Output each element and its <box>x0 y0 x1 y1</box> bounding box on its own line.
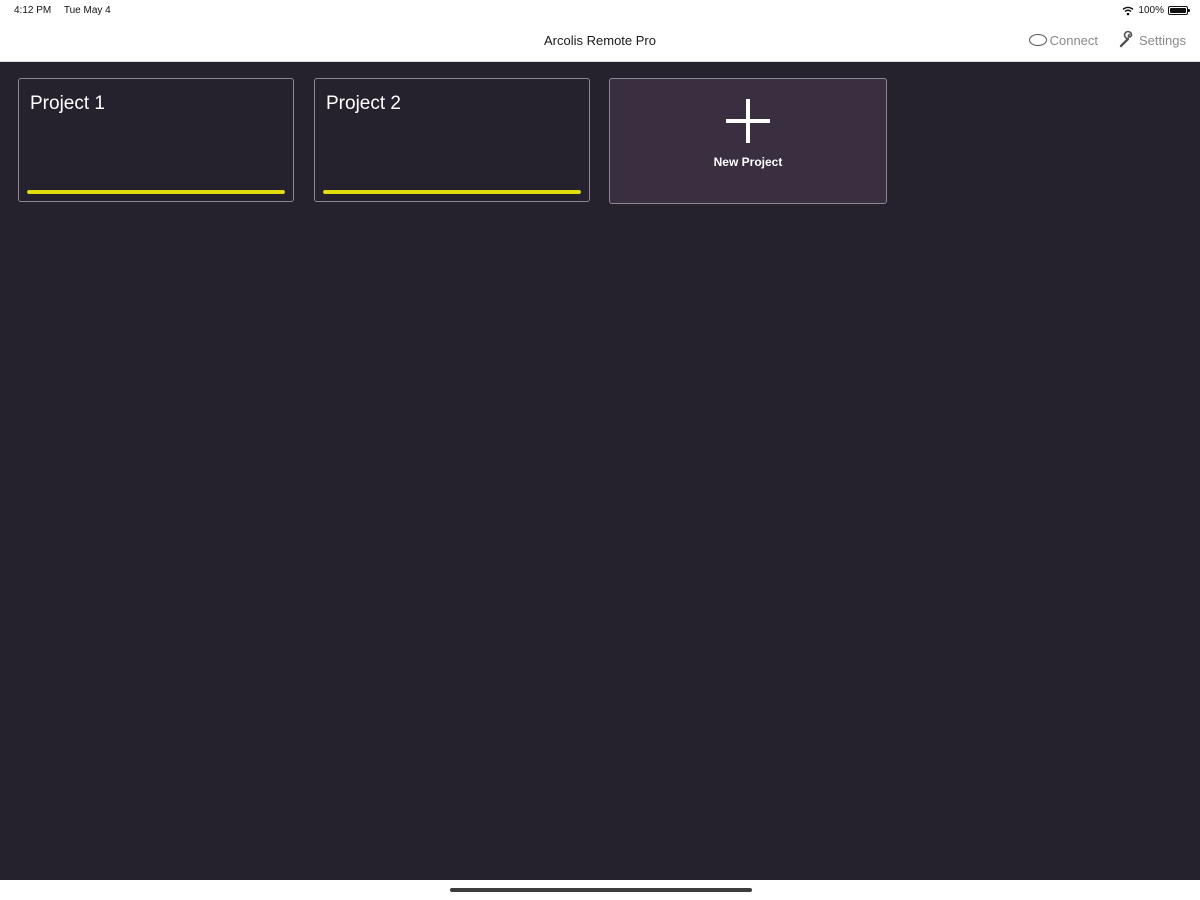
project-title: Project 2 <box>326 93 401 114</box>
wrench-icon <box>1119 31 1133 48</box>
battery-percent: 100% <box>1138 5 1164 16</box>
plus-icon <box>726 99 770 143</box>
project-title: Project 1 <box>30 93 105 114</box>
project-progress-fill <box>323 190 581 194</box>
status-time: 4:12 PM <box>14 5 52 16</box>
wifi-icon <box>1122 6 1134 15</box>
app-title: Arcolis Remote Pro <box>544 33 656 48</box>
bottom-bar <box>0 880 1200 900</box>
project-progress-bar <box>27 190 285 194</box>
nav-actions: Connect Settings <box>1028 31 1186 49</box>
new-project-button[interactable]: New Project <box>609 78 887 204</box>
project-card[interactable]: Project 2 <box>314 78 590 202</box>
settings-label: Settings <box>1139 32 1186 48</box>
status-bar: 4:12 PM Tue May 4 100% <box>0 0 1200 22</box>
status-right: 100% <box>1122 5 1190 16</box>
connect-button[interactable]: Connect <box>1028 32 1099 48</box>
project-grid: Project 1 Project 2 New Project <box>0 62 1200 880</box>
status-left: 4:12 PM Tue May 4 <box>14 5 121 16</box>
settings-button[interactable]: Settings <box>1118 31 1186 49</box>
connect-label: Connect <box>1049 32 1099 48</box>
connect-icon <box>1028 34 1047 46</box>
navigation-bar: Arcolis Remote Pro Connect Settings <box>0 22 1200 62</box>
new-project-label: New Project <box>713 155 783 169</box>
project-progress-bar <box>323 190 581 194</box>
project-progress-fill <box>27 190 285 194</box>
project-card[interactable]: Project 1 <box>18 78 294 202</box>
status-date: Tue May 4 <box>63 5 111 16</box>
home-indicator[interactable] <box>450 888 752 892</box>
battery-icon <box>1168 6 1190 15</box>
